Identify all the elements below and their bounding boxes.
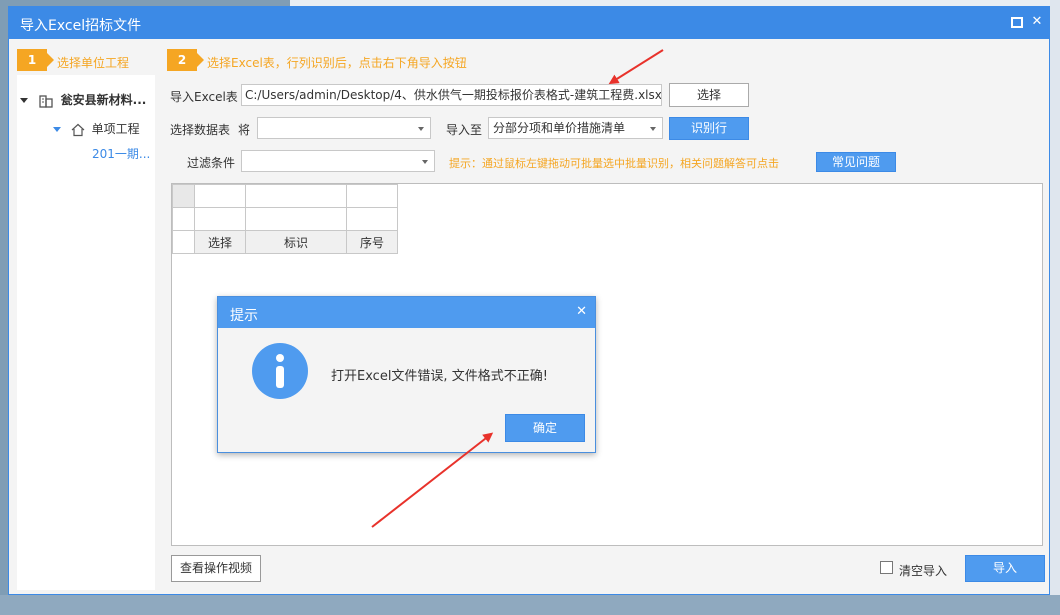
expand-arrow-icon[interactable]	[20, 98, 28, 103]
grid-row-header-cell[interactable]	[172, 207, 195, 231]
window-titlebar: 导入Excel招标文件 ✕	[9, 7, 1049, 39]
desktop-background	[0, 595, 1060, 615]
building-icon	[39, 94, 53, 108]
dropdown-caret-icon	[650, 127, 656, 131]
import-to-label: 导入至	[446, 123, 483, 137]
info-icon	[252, 343, 308, 399]
dropdown-caret-icon	[422, 160, 428, 164]
tree-child-label: 单项工程	[91, 122, 140, 136]
import-target-value: 分部分项和单价措施清单	[493, 121, 626, 135]
grid-cell[interactable]	[346, 184, 398, 208]
expand-arrow-icon[interactable]	[53, 127, 61, 132]
home-icon	[71, 123, 85, 136]
sidebar-tree: 瓮安县新材料... 单项工程 201一期...	[17, 75, 155, 590]
step1-label: 选择单位工程	[57, 56, 130, 70]
grid-cell[interactable]	[194, 184, 246, 208]
watch-video-button[interactable]: 查看操作视频	[171, 555, 261, 582]
tree-root-label: 瓮安县新材料...	[60, 93, 147, 107]
window-close-button[interactable]: ✕	[1029, 14, 1045, 30]
step2-badge: 2	[167, 49, 204, 71]
maximize-icon	[1011, 17, 1023, 28]
step1-badge: 1	[17, 49, 54, 71]
tree-root-node[interactable]: 瓮安县新材料...	[20, 91, 146, 108]
info-icon-dot	[276, 354, 284, 362]
clear-import-checkbox[interactable]	[880, 561, 893, 574]
sheet-select[interactable]	[257, 117, 431, 139]
table-row	[172, 207, 398, 231]
excel-path-field[interactable]: C:/Users/admin/Desktop/4、供水供气一期投标报价表格式-建…	[241, 84, 662, 106]
clear-import-label: 清空导入	[899, 564, 948, 578]
alert-titlebar: 提示 ✕	[218, 297, 595, 328]
grid-cell[interactable]	[194, 207, 246, 231]
tree-child-node[interactable]: 单项工程	[53, 120, 140, 137]
grid-row-header-cell[interactable]	[172, 230, 195, 254]
grid-cell[interactable]	[346, 207, 398, 231]
filter-select[interactable]	[241, 150, 435, 172]
grid-cell[interactable]	[245, 207, 347, 231]
table-row	[172, 184, 398, 208]
tree-leaf-node[interactable]: 201一期...	[92, 145, 150, 162]
alert-title: 提示	[230, 308, 258, 324]
identify-rows-button[interactable]: 识别行	[669, 117, 749, 140]
import-excel-label: 导入Excel表	[170, 90, 238, 104]
step2-label: 选择Excel表，行列识别后，点击右下角导入按钮	[207, 56, 467, 70]
import-button[interactable]: 导入	[965, 555, 1045, 582]
grid-cell[interactable]	[245, 184, 347, 208]
select-file-button[interactable]: 选择	[669, 83, 749, 107]
alert-dialog: 提示 ✕ 打开Excel文件错误, 文件格式不正确! 确定	[217, 296, 596, 453]
info-icon-bar	[276, 366, 284, 388]
column-header-select[interactable]: 选择	[194, 230, 246, 254]
hint-text: 提示：通过鼠标左键拖动可批量选中批量识别，相关问题解答可点击	[449, 157, 779, 170]
table-row: 选择 标识 序号	[172, 230, 398, 254]
faq-button[interactable]: 常见问题	[816, 152, 896, 172]
column-header-mark[interactable]: 标识	[245, 230, 347, 254]
alert-ok-button[interactable]: 确定	[505, 414, 585, 442]
maximize-button[interactable]	[1009, 14, 1025, 30]
alert-close-button[interactable]: ✕	[576, 304, 587, 319]
window-title: 导入Excel招标文件	[20, 18, 142, 34]
import-target-select[interactable]: 分部分项和单价措施清单	[488, 117, 663, 139]
grid-table: 选择 标识 序号	[172, 184, 398, 254]
dropdown-caret-icon	[418, 127, 424, 131]
select-sheet-label: 选择数据表	[170, 123, 231, 137]
filter-label: 过滤条件	[187, 156, 236, 170]
alert-message: 打开Excel文件错误, 文件格式不正确!	[331, 369, 548, 384]
column-header-seq[interactable]: 序号	[346, 230, 398, 254]
grid-corner-cell[interactable]	[172, 184, 195, 208]
background-app-edge	[1050, 0, 1060, 615]
will-label: 将	[238, 123, 251, 137]
